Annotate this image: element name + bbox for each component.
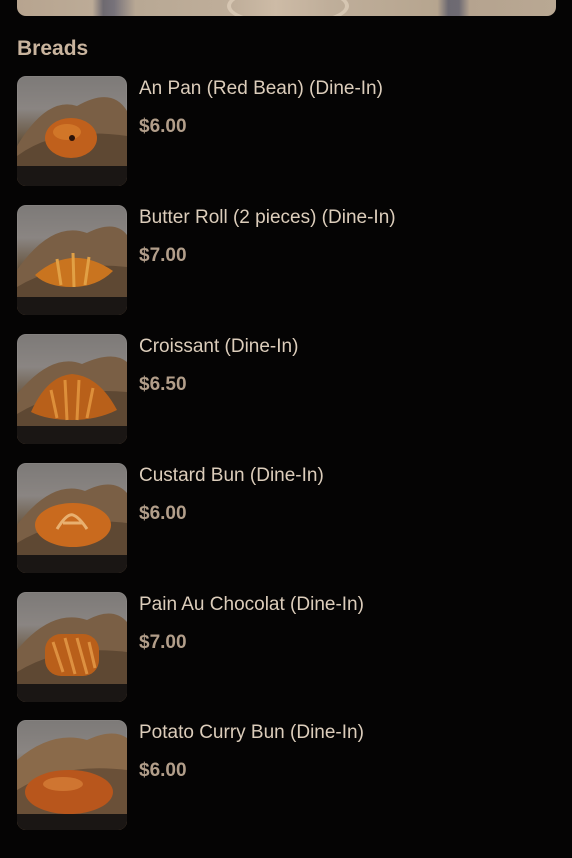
item-name: Pain Au Chocolat (Dine-In) — [139, 594, 364, 615]
menu-item-custard-bun[interactable]: Custard Bun (Dine-In) $6.00 — [17, 463, 557, 573]
croissant-bread-image[interactable] — [17, 334, 127, 444]
custard-bun-bread-image[interactable] — [17, 463, 127, 573]
menu-item-croissant[interactable]: Croissant (Dine-In) $6.50 — [17, 334, 557, 444]
menu-item-butter-roll[interactable]: Butter Roll (2 pieces) (Dine-In) $7.00 — [17, 205, 557, 315]
butter-roll-bread-image[interactable] — [17, 205, 127, 315]
item-name: Croissant (Dine-In) — [139, 336, 299, 357]
item-price: $7.00 — [139, 245, 187, 266]
menu-item-potato-curry-bun[interactable]: Potato Curry Bun (Dine-In) $6.00 — [17, 720, 557, 830]
item-price: $6.00 — [139, 116, 187, 137]
menu-page: Breads An Pan (Red Bean) (Dine-In) $6.00 — [0, 0, 572, 858]
item-name: An Pan (Red Bean) (Dine-In) — [139, 78, 383, 99]
menu-item-an-pan[interactable]: An Pan (Red Bean) (Dine-In) $6.00 — [17, 76, 557, 186]
item-price: $6.00 — [139, 760, 187, 781]
section-title: Breads — [17, 37, 89, 60]
hero-banner-image — [17, 0, 556, 16]
an-pan-bread-image[interactable] — [17, 76, 127, 186]
item-name: Butter Roll (2 pieces) (Dine-In) — [139, 207, 396, 228]
item-price: $6.50 — [139, 374, 187, 395]
potato-curry-bun-bread-image[interactable] — [17, 720, 127, 830]
item-price: $6.00 — [139, 503, 187, 524]
item-name: Potato Curry Bun (Dine-In) — [139, 722, 364, 743]
item-name: Custard Bun (Dine-In) — [139, 465, 324, 486]
menu-item-pain-au-chocolat[interactable]: Pain Au Chocolat (Dine-In) $7.00 — [17, 592, 557, 702]
banner-ring-graphic — [227, 0, 349, 16]
item-price: $7.00 — [139, 632, 187, 653]
pain-au-chocolat-bread-image[interactable] — [17, 592, 127, 702]
